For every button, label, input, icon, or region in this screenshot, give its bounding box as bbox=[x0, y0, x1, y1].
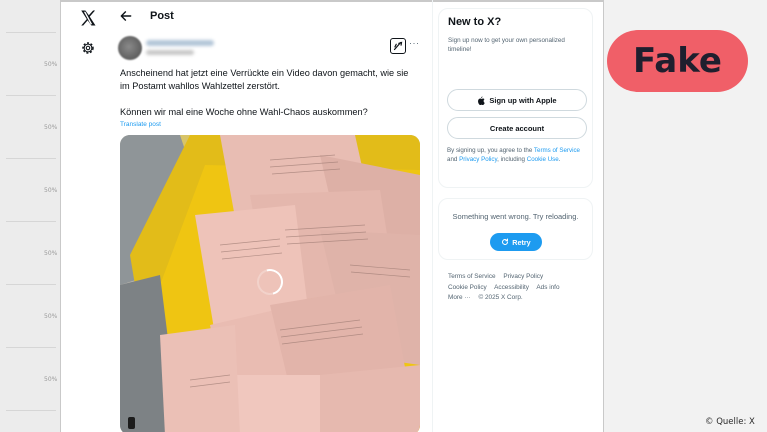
fake-badge: Fake bbox=[607, 30, 748, 92]
author-handle-blurred[interactable] bbox=[146, 50, 194, 55]
arrow-left-icon[interactable] bbox=[119, 9, 133, 23]
tweet-paragraph: Können wir mal eine Woche ohne Wahl-Chao… bbox=[120, 107, 368, 117]
tweet-paragraph: Anscheinend hat jetzt eine Verrückte ein… bbox=[120, 68, 409, 91]
ruler-label: 50% bbox=[44, 187, 58, 194]
ruler-label: 50% bbox=[44, 124, 58, 131]
footer-privacy-link[interactable]: Privacy Policy bbox=[503, 273, 543, 280]
terms-text: . bbox=[558, 155, 561, 163]
video-control-icon[interactable] bbox=[128, 417, 135, 429]
translate-link[interactable]: Translate post bbox=[120, 121, 161, 128]
apple-icon bbox=[478, 96, 486, 105]
create-account-label: Create account bbox=[489, 123, 545, 133]
signup-title: New to X? bbox=[448, 16, 502, 28]
cookie-use-link[interactable]: Cookie Use bbox=[527, 156, 559, 163]
retry-button[interactable]: Retry bbox=[490, 233, 542, 251]
signup-terms: By signing up, you agree to the Terms of… bbox=[447, 147, 592, 164]
footer-copyright: © 2025 X Corp. bbox=[478, 294, 523, 301]
ruler-label: 50% bbox=[44, 313, 58, 320]
ruler-label: 50% bbox=[44, 376, 58, 383]
footer-terms-link[interactable]: Terms of Service bbox=[448, 273, 496, 280]
terms-text: , including bbox=[497, 155, 525, 163]
source-credit: © Quelle: X bbox=[705, 417, 755, 427]
column-divider bbox=[432, 0, 433, 432]
refresh-icon bbox=[502, 238, 509, 245]
avatar[interactable] bbox=[118, 36, 142, 60]
footer-cookie-link[interactable]: Cookie Policy bbox=[448, 284, 487, 291]
create-account-button[interactable]: Create account bbox=[447, 117, 587, 139]
footer-more-link[interactable]: More ··· bbox=[448, 294, 471, 301]
retry-label: Retry bbox=[512, 237, 531, 247]
footer-accessibility-link[interactable]: Accessibility bbox=[494, 284, 529, 291]
tweet-text: Anscheinend hat jetzt eine Verrückte ein… bbox=[120, 67, 420, 119]
error-message: Something went wrong. Try reloading. bbox=[452, 212, 579, 221]
terms-text: By signing up, you agree to the bbox=[447, 147, 533, 154]
x-logo-icon[interactable] bbox=[79, 9, 97, 27]
privacy-policy-link[interactable]: Privacy Policy bbox=[459, 156, 497, 163]
ruler: 50% 50% 50% 50% 50% 50% bbox=[0, 0, 60, 432]
author-name-blurred[interactable] bbox=[146, 40, 214, 46]
gear-icon[interactable] bbox=[80, 40, 96, 56]
ruler-label: 50% bbox=[44, 250, 58, 257]
signup-apple-button[interactable]: Sign up with Apple bbox=[447, 89, 587, 111]
grok-icon[interactable] bbox=[390, 38, 406, 54]
footer-ads-link[interactable]: Ads info bbox=[536, 284, 559, 291]
tweet-video[interactable] bbox=[120, 135, 420, 432]
signup-subtitle: Sign up now to get your own personalized… bbox=[448, 37, 565, 53]
terms-of-service-link[interactable]: Terms of Service bbox=[534, 147, 580, 154]
more-horizontal-icon[interactable]: ··· bbox=[409, 38, 420, 48]
sidebar-footer: Terms of Service Privacy Policy Cookie P… bbox=[448, 272, 588, 304]
page-title: Post bbox=[150, 10, 174, 22]
terms-text: and bbox=[447, 155, 458, 163]
ruler-label: 50% bbox=[44, 61, 58, 68]
signup-apple-label: Sign up with Apple bbox=[489, 95, 557, 105]
